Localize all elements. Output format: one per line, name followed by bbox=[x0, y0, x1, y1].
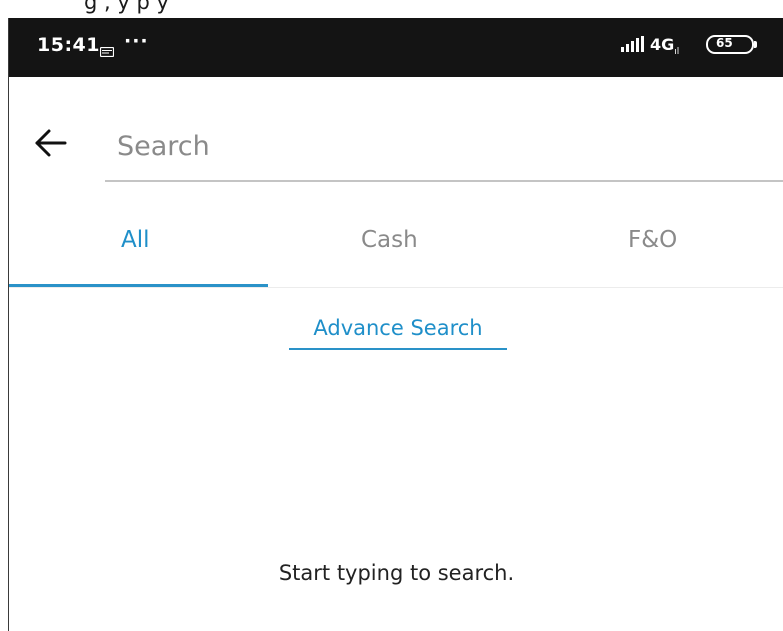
signal-icon bbox=[621, 36, 645, 52]
tab-all[interactable]: All bbox=[121, 227, 150, 253]
network-label: 4G bbox=[650, 35, 675, 54]
search-input[interactable] bbox=[105, 126, 783, 182]
tab-cash[interactable]: Cash bbox=[361, 227, 418, 253]
top-cropped-caption: g , y p y bbox=[0, 0, 783, 18]
empty-state-message: Start typing to search. bbox=[278, 561, 515, 585]
status-bar: 15:41 ··· 4Gıl 65 bbox=[9, 18, 783, 77]
battery-level: 65 bbox=[716, 36, 733, 50]
notification-dots: ··· bbox=[124, 30, 149, 52]
network-type: 4Gıl bbox=[650, 35, 680, 58]
battery-icon: 65 bbox=[706, 35, 754, 54]
message-icon bbox=[99, 42, 115, 58]
tab-fo[interactable]: F&O bbox=[628, 227, 677, 253]
status-time: 15:41 bbox=[37, 34, 100, 56]
active-tab-indicator bbox=[9, 284, 268, 287]
advance-search-link[interactable]: Advance Search bbox=[289, 316, 507, 350]
tab-bar: All Cash F&O bbox=[9, 213, 783, 288]
back-button[interactable] bbox=[31, 123, 71, 163]
battery-nub bbox=[754, 41, 757, 48]
app-screen: 15:41 ··· 4Gıl 65 Search All Cash F&O Ad… bbox=[8, 18, 783, 631]
arrow-left-icon bbox=[35, 129, 67, 157]
